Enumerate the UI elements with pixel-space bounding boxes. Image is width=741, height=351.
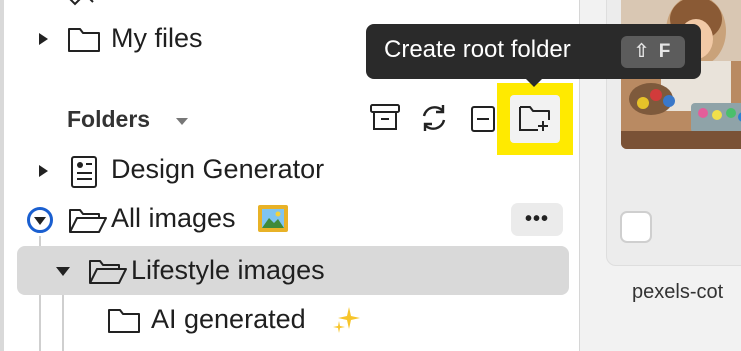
folder-plus-icon[interactable] <box>518 103 552 133</box>
create-root-folder-tooltip: Create root folder ⇧ F <box>366 24 701 87</box>
folder-icon <box>68 28 100 52</box>
collapse-lifestyle-caret[interactable] <box>56 267 70 276</box>
archive-icon[interactable] <box>368 102 402 134</box>
ai-generated-label[interactable]: AI generated <box>151 304 306 335</box>
select-image-checkbox[interactable] <box>620 211 652 243</box>
bookmark-icon <box>69 0 94 6</box>
image-filename[interactable]: pexels-cot <box>632 281 723 304</box>
tree-guide-line <box>62 290 64 351</box>
lifestyle-images-label[interactable]: Lifestyle images <box>131 255 325 286</box>
more-options-button[interactable]: ••• <box>511 203 563 236</box>
keyboard-shortcut-badge: ⇧ F <box>621 36 685 68</box>
all-images-label[interactable]: All images <box>111 203 236 234</box>
collapse-icon[interactable] <box>469 104 499 134</box>
design-generator-label[interactable]: Design Generator <box>111 154 324 185</box>
tooltip-arrow <box>526 79 542 87</box>
open-folder-icon <box>89 260 127 284</box>
expand-my-files-caret[interactable] <box>39 33 48 45</box>
collapse-all-images-toggle[interactable] <box>27 207 53 233</box>
framed-picture-emoji <box>258 205 288 232</box>
folders-section-title[interactable]: Folders <box>67 106 150 133</box>
open-folder-icon <box>69 209 107 233</box>
my-files-label[interactable]: My files <box>111 23 203 54</box>
sync-icon[interactable] <box>417 101 451 135</box>
design-document-icon <box>71 156 97 188</box>
expand-design-generator-caret[interactable] <box>39 165 48 177</box>
tooltip-label: Create root folder <box>384 36 571 63</box>
folder-icon <box>108 309 140 333</box>
sparkles-emoji <box>333 307 360 333</box>
sidebar-edge <box>0 0 4 351</box>
folders-dropdown-caret[interactable] <box>176 118 188 125</box>
